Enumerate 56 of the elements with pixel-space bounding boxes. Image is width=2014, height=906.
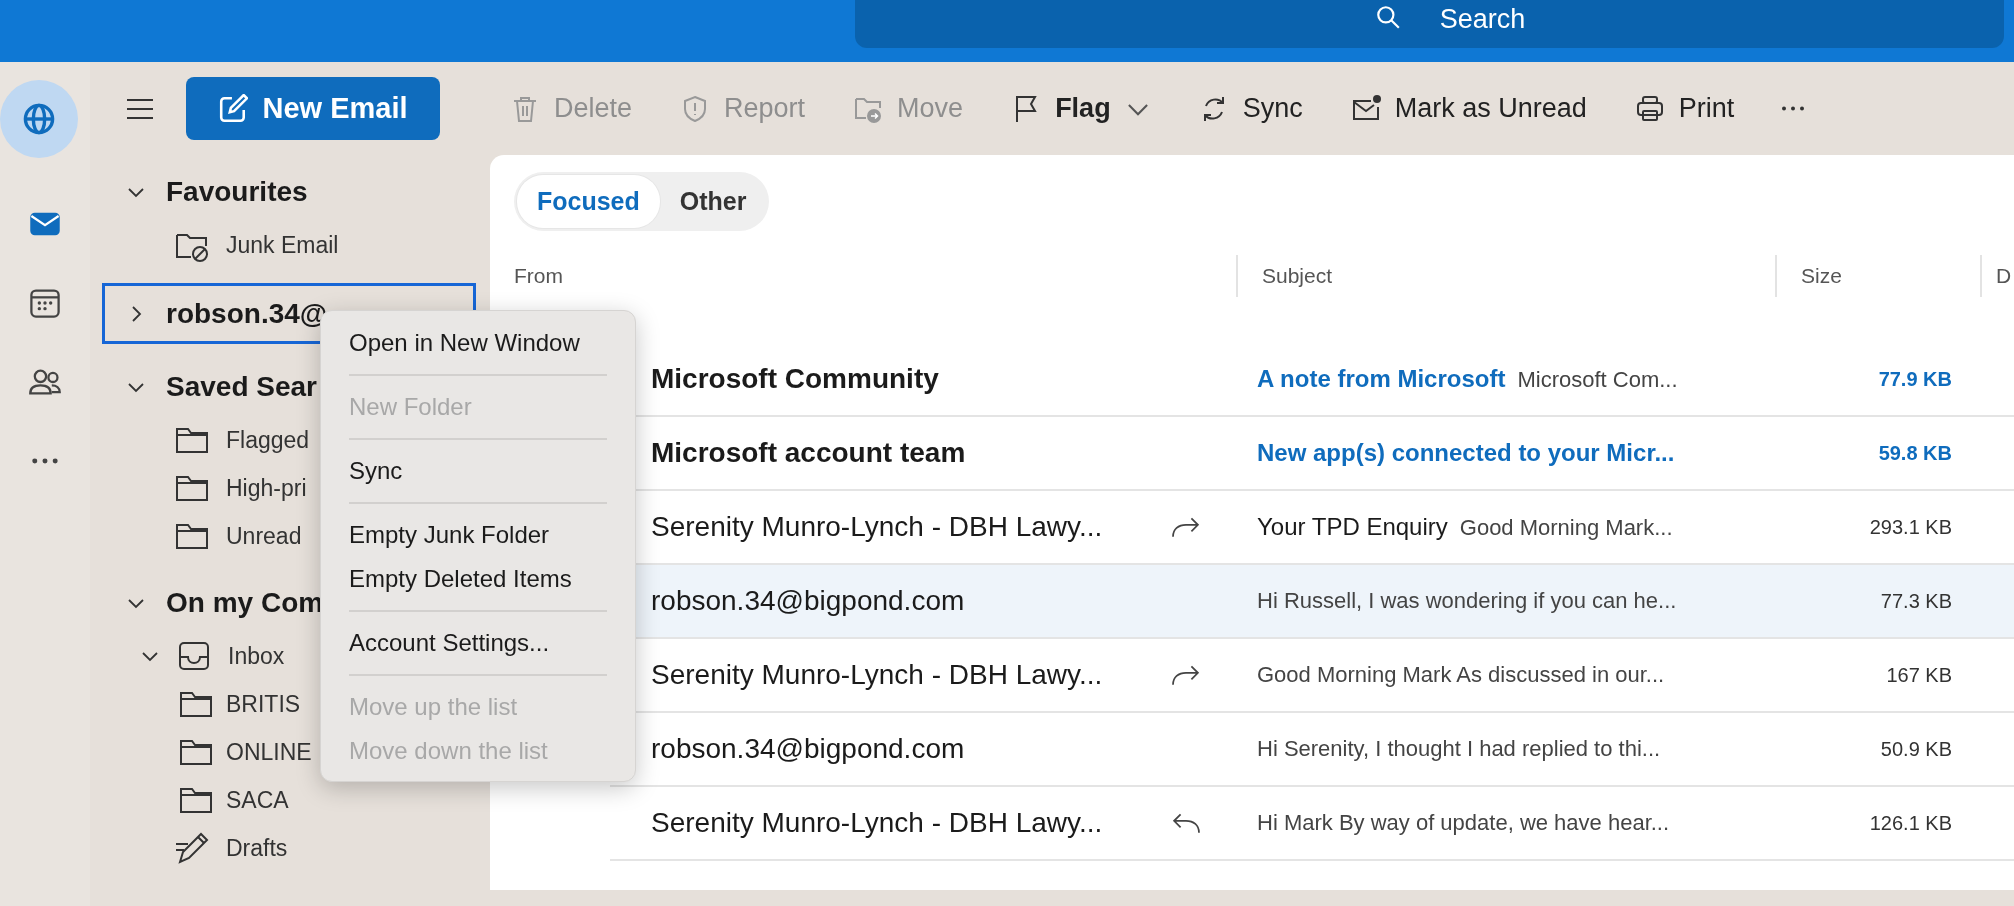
subject: Your TPD Enquiry <box>1257 513 1448 541</box>
message-size: 293.1 KB <box>1868 515 1952 539</box>
unread-button[interactable]: Mark as Unread <box>1350 93 1587 124</box>
more-icon <box>1782 106 1805 111</box>
folder-item[interactable]: Drafts <box>226 834 288 862</box>
preview-text: Microsoft Com... <box>1517 367 1678 393</box>
column-header[interactable]: From <box>514 264 563 288</box>
sender: Serenity Munro-Lynch - DBH Lawy... <box>651 511 1104 543</box>
folder-item[interactable]: Flagged <box>226 426 310 454</box>
subject: New app(s) connected to your Micr... <box>1257 439 1675 467</box>
more-button[interactable] <box>1782 106 1805 111</box>
folder-item[interactable]: SACA <box>226 786 289 814</box>
column-header[interactable]: Subject <box>1262 264 1333 288</box>
folder-item[interactable]: BRITIS <box>226 690 301 718</box>
preview-text: Good Morning Mark... <box>1459 515 1673 541</box>
tab[interactable]: Focused <box>517 175 660 228</box>
column-header[interactable]: D <box>1996 264 2012 288</box>
message-size: 59.8 KB <box>1877 441 1952 465</box>
pencil-icon <box>174 830 210 866</box>
search-icon <box>1375 4 1401 30</box>
section-heading[interactable]: Saved Sear <box>166 371 317 403</box>
folder-item[interactable]: Inbox <box>228 642 285 670</box>
preview-text: Hi Russell, I was wondering if you can he... <box>1257 588 1677 614</box>
message-size: 77.3 KB <box>1879 589 1952 613</box>
sender: robson.34@bigpond.com <box>651 585 966 617</box>
calendar-icon[interactable] <box>28 286 62 320</box>
section-heading[interactable]: Favourites <box>166 176 308 208</box>
message-size: 50.9 KB <box>1879 737 1952 761</box>
column-header[interactable]: Size <box>1801 264 1842 288</box>
preview-text: Hi Serenity, I thought I had replied to thi... <box>1257 736 1661 762</box>
sender: Microsoft Community <box>651 363 940 395</box>
sync-button[interactable]: Sync <box>1198 93 1303 124</box>
print-button[interactable]: Print <box>1634 93 1735 124</box>
menu-icon[interactable] <box>124 96 156 121</box>
globe-icon[interactable] <box>22 102 56 136</box>
tab[interactable]: Other <box>659 175 767 228</box>
message-size: 77.9 KB <box>1877 367 1952 391</box>
message-row[interactable]: Serenity Munro-Lynch - DBH Lawy... Hi Mark By way of update, we have hear... 126.1 KB <box>610 787 2014 861</box>
folder-item[interactable]: Unread <box>226 522 302 550</box>
folder-item[interactable]: ONLINE <box>226 738 312 766</box>
compose-icon <box>218 93 249 124</box>
sender: Serenity Munro-Lynch - DBH Lawy... <box>651 807 1104 839</box>
preview-text: Good Morning Mark As discussed in our... <box>1257 662 1665 688</box>
folder-item[interactable]: Junk Email <box>226 231 339 259</box>
sender: robson.34@bigpond.com <box>651 733 966 765</box>
message-size: 167 KB <box>1885 663 1952 687</box>
subject: A note from Microsoft <box>1257 365 1506 393</box>
sender: Microsoft account team <box>651 437 967 469</box>
sender: Serenity Munro-Lynch - DBH Lawy... <box>651 659 1104 691</box>
folder-item[interactable]: High-pri <box>226 474 307 502</box>
new-email-button[interactable]: New Email <box>186 77 440 140</box>
search-field[interactable]: Search <box>855 0 2004 48</box>
flag-button[interactable]: Flag <box>1011 93 1111 124</box>
preview-text: Hi Mark By way of update, we have hear... <box>1257 810 1670 836</box>
message-size: 126.1 KB <box>1868 811 1952 835</box>
printer-icon <box>1634 93 1665 124</box>
